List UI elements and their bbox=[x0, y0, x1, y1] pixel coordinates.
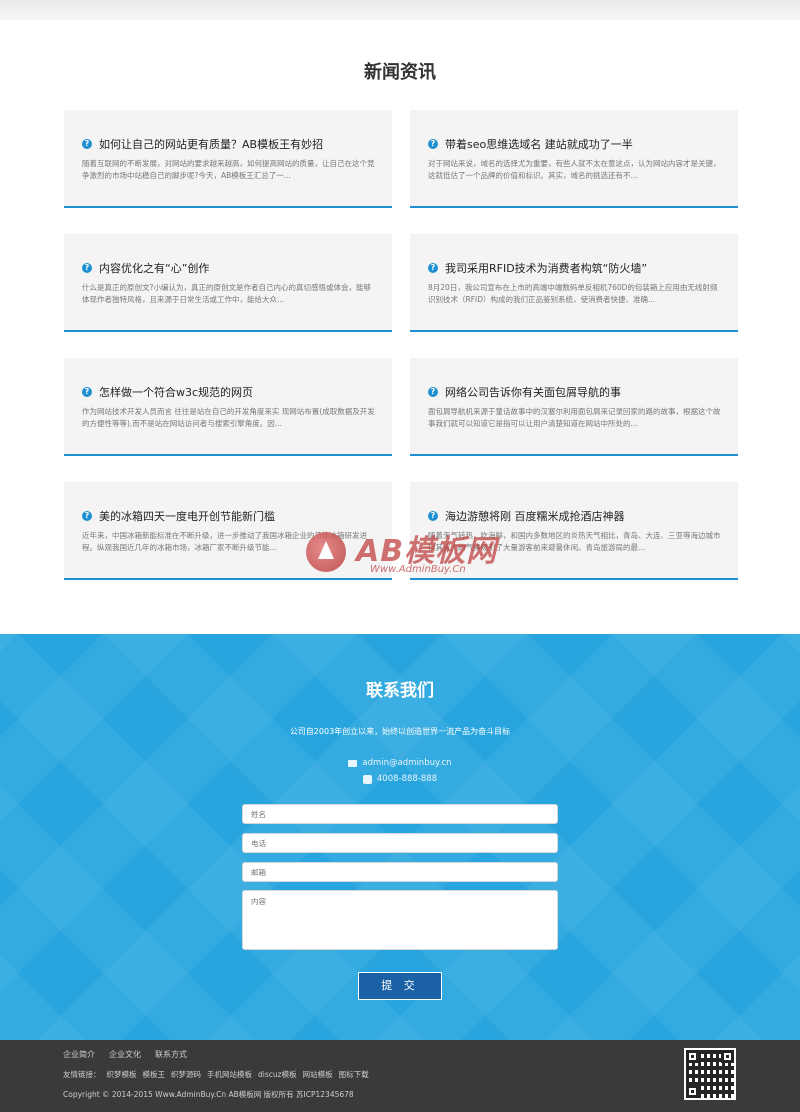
news-card-desc: 随着互联网的不断发展，对网站的要求越来越高，如何提高网站的质量，让自己在这个竞争… bbox=[82, 159, 375, 180]
contact-phone-text: 4008-888-888 bbox=[376, 774, 438, 784]
news-card-head: ? 内容优化之有“心”创作 bbox=[82, 260, 209, 276]
qr-code-pattern bbox=[686, 1050, 734, 1098]
news-card-title[interactable]: 如何让自己的网站更有质量？AB模板王有妙招 bbox=[99, 136, 323, 152]
question-icon: ? bbox=[82, 511, 92, 521]
news-card[interactable]: ? 内容优化之有“心”创作 什么是真正的原创文?小编认为，真正的原创文是作者自己… bbox=[64, 234, 392, 332]
question-icon: ? bbox=[428, 511, 438, 521]
contact-email: admin@adminbuy.cn bbox=[0, 758, 800, 768]
friend-link[interactable]: 织梦模板 bbox=[107, 1069, 137, 1080]
footer-links: 企业简介 企业文化 联系方式 bbox=[63, 1049, 201, 1060]
qr-finder bbox=[686, 1050, 699, 1063]
news-card-head: ? 我司采用RFID技术为消费者构筑“防火墙” bbox=[428, 260, 647, 276]
news-card-head: ? 网络公司告诉你有关面包屑导航的事 bbox=[428, 384, 621, 400]
copyright: Copyright © 2014-2015 Www.AdminBuy.Cn AB… bbox=[63, 1090, 354, 1099]
watermark-subtext: Www.AdminBuy.Cn bbox=[370, 564, 466, 575]
contact-phone: 4008-888-888 bbox=[0, 774, 800, 784]
friend-link[interactable]: 手机网站模板 bbox=[207, 1069, 252, 1080]
question-icon: ? bbox=[82, 139, 92, 149]
email-field[interactable] bbox=[242, 862, 558, 882]
news-card-title[interactable]: 怎样做一个符合w3c规范的网页 bbox=[99, 384, 253, 400]
footer-link[interactable]: 企业文化 bbox=[109, 1049, 141, 1060]
news-card-head: ? 如何让自己的网站更有质量？AB模板王有妙招 bbox=[82, 136, 323, 152]
news-card[interactable]: ? 带着seo思维选域名 建站就成功了一半 对于网站来说，域名的选择尤为重要，有… bbox=[410, 110, 738, 208]
friend-link[interactable]: 织梦源码 bbox=[171, 1069, 201, 1080]
phone-icon bbox=[362, 774, 372, 784]
question-icon: ? bbox=[82, 263, 92, 273]
news-card-head: ? 带着seo思维选域名 建站就成功了一半 bbox=[428, 136, 633, 152]
content-field[interactable] bbox=[242, 890, 558, 950]
question-icon: ? bbox=[428, 387, 438, 397]
question-icon: ? bbox=[82, 387, 92, 397]
news-card-desc: 面包屑导航机来源于童话故事中的汉塞尔利用面包屑来记录回家的路的故事，根据这个故事… bbox=[428, 407, 721, 428]
news-card-title[interactable]: 我司采用RFID技术为消费者构筑“防火墙” bbox=[445, 260, 647, 276]
contact-section: 联系我们 公司自2003年创立以来，始终以创造世界一流产品为奋斗目标 admin… bbox=[0, 634, 800, 1040]
friend-link[interactable]: 模板王 bbox=[143, 1069, 166, 1080]
news-card[interactable]: ? 我司采用RFID技术为消费者构筑“防火墙” 8月20日，我公司宣布在上市的高… bbox=[410, 234, 738, 332]
friend-link[interactable]: 图标下载 bbox=[339, 1069, 369, 1080]
friend-link[interactable]: discuz模板 bbox=[258, 1069, 297, 1080]
footer-link[interactable]: 企业简介 bbox=[63, 1049, 95, 1060]
contact-slogan: 公司自2003年创立以来，始终以创造世界一流产品为奋斗目标 bbox=[289, 727, 511, 736]
envelope-icon bbox=[348, 759, 358, 767]
submit-button[interactable]: 提 交 bbox=[358, 972, 442, 1000]
friend-link[interactable]: 网站模板 bbox=[303, 1069, 333, 1080]
news-card-title[interactable]: 带着seo思维选域名 建站就成功了一半 bbox=[445, 136, 633, 152]
question-icon: ? bbox=[428, 263, 438, 273]
question-icon: ? bbox=[428, 139, 438, 149]
footer: 企业简介 企业文化 联系方式 友情链接： 织梦模板 模板王 织梦源码 手机网站模… bbox=[0, 1040, 800, 1112]
news-card-desc: 对于网站来说，域名的选择尤为重要，有些人就不太在意这点，认为网站内容才是关键，这… bbox=[428, 159, 721, 180]
news-section-title: 新闻资讯 bbox=[364, 62, 436, 83]
news-card-desc: 8月20日，我公司宣布在上市的高端中端数码单反相机760D的包装箱上应用由无线射… bbox=[428, 283, 718, 304]
top-strip bbox=[0, 0, 800, 20]
name-field[interactable] bbox=[242, 804, 558, 824]
friend-links-label: 友情链接： bbox=[63, 1070, 101, 1079]
news-card-head: ? 怎样做一个符合w3c规范的网页 bbox=[82, 384, 253, 400]
news-card-desc: 什么是真正的原创文?小编认为，真正的原创文是作者自己内心的真切感悟或体会，能够体… bbox=[82, 283, 371, 304]
contact-title: 联系我们 bbox=[366, 681, 434, 701]
qr-code-icon bbox=[684, 1048, 736, 1100]
news-card-head: ? 美的冰箱四天一度电开创节能新门槛 bbox=[82, 508, 275, 524]
news-card[interactable]: ? 网络公司告诉你有关面包屑导航的事 面包屑导航机来源于童话故事中的汉塞尔利用面… bbox=[410, 358, 738, 456]
friend-links: 友情链接： 织梦模板 模板王 织梦源码 手机网站模板 discuz模板 网站模板… bbox=[63, 1069, 375, 1080]
watermark-logo-icon bbox=[306, 532, 346, 572]
news-card-title[interactable]: 内容优化之有“心”创作 bbox=[99, 260, 209, 276]
phone-field[interactable] bbox=[242, 833, 558, 853]
qr-finder bbox=[686, 1085, 699, 1098]
footer-link[interactable]: 联系方式 bbox=[155, 1049, 187, 1060]
news-card[interactable]: ? 怎样做一个符合w3c规范的网页 作为网站技术开发人员而言 往往是站在自己的开… bbox=[64, 358, 392, 456]
news-card-title[interactable]: 网络公司告诉你有关面包屑导航的事 bbox=[445, 384, 621, 400]
contact-email-text[interactable]: admin@adminbuy.cn bbox=[362, 758, 451, 768]
news-card-title[interactable]: 美的冰箱四天一度电开创节能新门槛 bbox=[99, 508, 275, 524]
qr-finder bbox=[721, 1050, 734, 1063]
news-card-desc: 作为网站技术开发人员而言 往往是站在自己的开发角度来实 现网站布置(成取数据及开… bbox=[82, 407, 375, 428]
news-card[interactable]: ? 如何让自己的网站更有质量？AB模板王有妙招 随着互联网的不断发展，对网站的要… bbox=[64, 110, 392, 208]
watermark: AB模板网 Www.AdminBuy.Cn bbox=[300, 522, 510, 592]
